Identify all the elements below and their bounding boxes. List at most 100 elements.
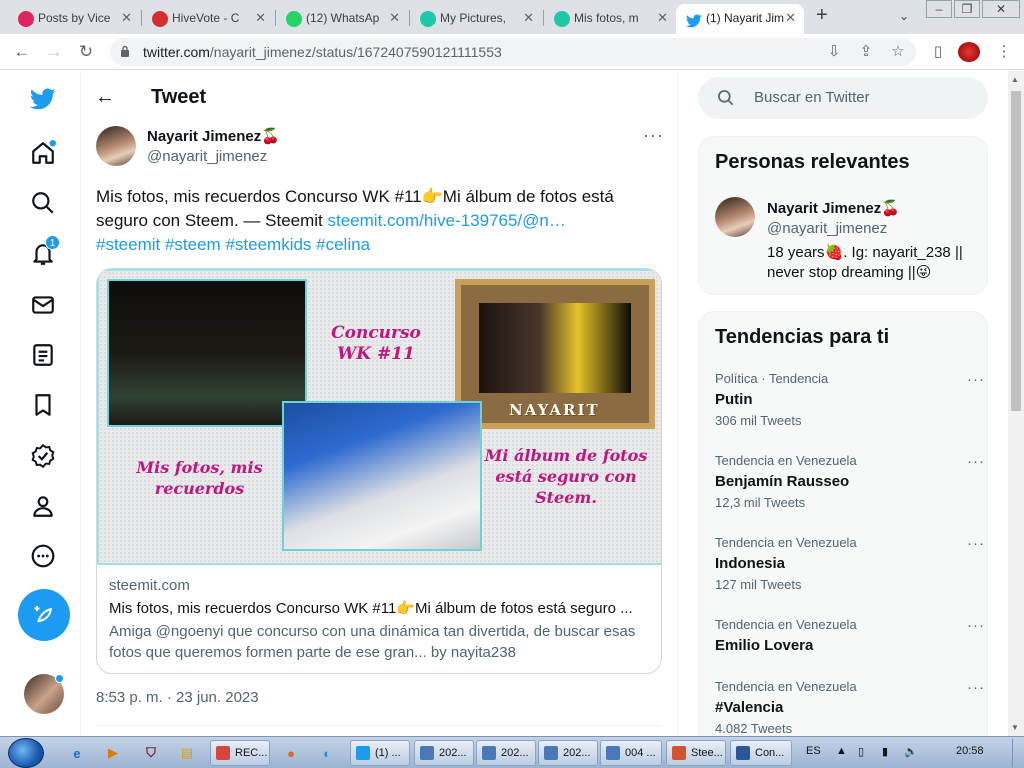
new-tab-button[interactable]: +	[816, 4, 828, 27]
forward-button[interactable]: →	[42, 40, 66, 64]
tab-my-pictures[interactable]: My Pictures, ✕	[410, 4, 542, 34]
chrome-icon	[356, 746, 370, 760]
network-icon[interactable]: ▮	[882, 745, 888, 758]
author-handle[interactable]: @nayarit_jimenez	[147, 148, 267, 165]
media-player-icon[interactable]: ▶	[100, 740, 126, 766]
internet-explorer-icon[interactable]: e	[64, 740, 90, 766]
tweet-timestamp[interactable]: 8:53 p. m. · 23 jun. 2023	[96, 689, 259, 706]
trend-more-icon[interactable]: ···	[967, 535, 985, 552]
back-arrow-icon[interactable]: ←	[95, 86, 115, 109]
left-navigation: 1	[0, 71, 80, 736]
tab-mis-fotos[interactable]: Mis fotos, m ✕	[544, 4, 676, 34]
close-icon[interactable]: ✕	[255, 4, 266, 32]
back-button[interactable]: ←	[10, 40, 34, 64]
card-image[interactable]: Concurso WK #11 NAYARIT Mis fotos, mis r…	[97, 269, 661, 565]
taskbar-window[interactable]: 202...	[538, 740, 598, 766]
trend-more-icon[interactable]: ···	[967, 371, 985, 388]
edge-icon[interactable]: ◐	[314, 740, 340, 766]
volume-icon[interactable]: 🔈	[904, 745, 918, 758]
antivirus-shield-icon[interactable]: ⛉	[138, 740, 164, 766]
right-sidebar: Buscar en Twitter Personas relevantes Na…	[698, 71, 1008, 736]
close-icon[interactable]: ✕	[657, 4, 668, 32]
search-icon[interactable]	[28, 188, 58, 218]
tab-label: Posts by Vice	[38, 11, 111, 25]
profile-person-icon[interactable]	[28, 491, 58, 521]
trend-category: Política · Tendencia	[715, 371, 829, 386]
trend-item[interactable]: Tendencia en Venezuela #Valencia 4.082 T…	[715, 679, 984, 736]
firefox-icon[interactable]: ●	[278, 740, 304, 766]
notifications-bell-icon[interactable]: 1	[28, 235, 60, 269]
image-viewer-icon	[482, 746, 496, 760]
close-window-button[interactable]: ✕	[982, 0, 1020, 18]
trend-item[interactable]: Tendencia en Venezuela Benjamín Rausseo …	[715, 453, 984, 515]
account-avatar[interactable]	[24, 674, 64, 714]
messages-envelope-icon[interactable]	[28, 290, 58, 320]
close-icon[interactable]: ✕	[389, 4, 400, 32]
more-options-circle-icon[interactable]	[28, 541, 58, 571]
close-icon[interactable]: ✕	[121, 4, 132, 32]
home-icon[interactable]	[28, 138, 58, 168]
person-handle[interactable]: @nayarit_jimenez	[767, 220, 887, 237]
close-icon[interactable]: ✕	[523, 4, 534, 32]
person-avatar[interactable]	[715, 197, 755, 237]
device-icon[interactable]: ▯	[858, 745, 864, 758]
close-icon[interactable]: ✕	[785, 4, 796, 32]
verified-badge-icon[interactable]	[28, 441, 58, 471]
trend-count: 4.082 Tweets	[715, 721, 793, 736]
tweet-hashtags[interactable]: #steemit #steem #steemkids #celina	[96, 235, 370, 254]
taskbar-window[interactable]: 202...	[476, 740, 536, 766]
bookmarks-icon[interactable]	[28, 390, 58, 420]
taskbar-window-label: Stee...	[691, 747, 723, 759]
trend-more-icon[interactable]: ···	[967, 617, 985, 634]
install-app-icon[interactable]: ⇩	[824, 42, 844, 62]
tab-whatsapp[interactable]: (12) WhatsAp ✕	[276, 4, 408, 34]
tab-twitter-active[interactable]: (1) Nayarit Jim ✕	[676, 4, 804, 34]
trend-more-icon[interactable]: ···	[967, 453, 985, 470]
scroll-up-arrow-icon[interactable]: ▲	[1011, 75, 1019, 84]
tweet-link[interactable]: steemit.com/hive-139765/@n…	[328, 211, 566, 230]
show-desktop-button[interactable]	[1012, 739, 1022, 767]
page-scrollbar[interactable]: ▲ ▼	[1008, 71, 1024, 736]
trend-more-icon[interactable]: ···	[967, 679, 985, 696]
minimize-button[interactable]: ‒	[926, 0, 952, 18]
search-input[interactable]: Buscar en Twitter	[698, 77, 988, 119]
taskbar-window[interactable]: 202...	[414, 740, 474, 766]
relevant-people-panel: Personas relevantes Nayarit Jimenez🍒 @na…	[698, 136, 988, 295]
windows-taskbar: e ▶ ⛉ ▤ REC... ● ◐ (1) ... 202... 202...…	[0, 736, 1024, 768]
menu-kebab-icon[interactable]: ⋮	[994, 42, 1014, 62]
taskbar-window[interactable]: Con...	[730, 740, 792, 766]
clock[interactable]: 20:58	[956, 745, 984, 757]
share-icon[interactable]: ⇪	[856, 42, 876, 62]
bookmark-star-icon[interactable]: ☆	[888, 42, 908, 62]
trend-item[interactable]: Tendencia en Venezuela Emilio Lovera ···	[715, 617, 984, 659]
file-explorer-icon[interactable]: ▤	[174, 740, 200, 766]
tab-hivevote[interactable]: HiveVote - C ✕	[142, 4, 274, 34]
author-name[interactable]: Nayarit Jimenez🍒	[147, 127, 280, 145]
show-hidden-icons-icon[interactable]: ▲	[836, 745, 847, 757]
tweet-more-icon[interactable]: ···	[643, 125, 664, 146]
lists-icon[interactable]	[28, 340, 58, 370]
address-bar[interactable]: twitter.com/nayarit_jimenez/status/16724…	[110, 38, 916, 66]
taskbar-window[interactable]: (1) ...	[350, 740, 410, 766]
restore-button[interactable]: ❐	[954, 0, 980, 18]
lock-icon	[121, 45, 129, 57]
tab-search-icon[interactable]: ⌄	[894, 8, 914, 26]
trend-item[interactable]: Tendencia en Venezuela Indonesia 127 mil…	[715, 535, 984, 597]
tab-posts-by-vice[interactable]: Posts by Vice ✕	[8, 4, 140, 34]
person-name[interactable]: Nayarit Jimenez🍒	[767, 199, 900, 217]
taskbar-window[interactable]: REC...	[210, 740, 270, 766]
start-button[interactable]	[8, 738, 44, 768]
side-panel-icon[interactable]: ▯	[928, 42, 948, 62]
taskbar-window[interactable]: 004 ...	[600, 740, 662, 766]
taskbar-window[interactable]: Stee...	[666, 740, 726, 766]
link-preview-card[interactable]: Concurso WK #11 NAYARIT Mis fotos, mis r…	[96, 268, 662, 674]
compose-tweet-button[interactable]	[18, 589, 70, 641]
reload-button[interactable]: ↻	[74, 40, 98, 64]
language-indicator[interactable]: ES	[806, 745, 821, 757]
scroll-down-arrow-icon[interactable]: ▼	[1011, 723, 1019, 732]
trend-item[interactable]: Política · Tendencia Putin 306 mil Tweet…	[715, 371, 984, 433]
twitter-logo-icon[interactable]	[28, 84, 58, 114]
profile-avatar-icon[interactable]	[958, 42, 982, 62]
scrollbar-thumb[interactable]	[1011, 91, 1021, 411]
author-avatar[interactable]	[96, 126, 136, 166]
